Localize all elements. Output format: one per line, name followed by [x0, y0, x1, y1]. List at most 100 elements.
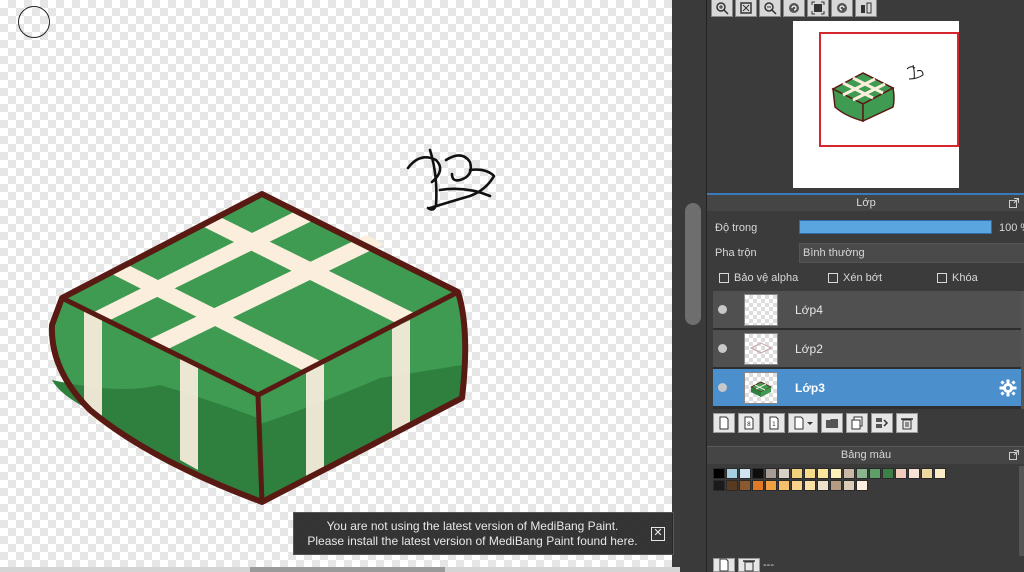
blend-mode-select[interactable]: Bình thường: [799, 243, 1024, 263]
merge-icon[interactable]: [871, 413, 893, 433]
color-swatch[interactable]: [934, 468, 946, 479]
delete-palette-color-icon[interactable]: [738, 558, 760, 572]
color-swatch[interactable]: [908, 468, 920, 479]
protect-alpha-checkbox[interactable]: Bảo vệ alpha: [719, 272, 798, 284]
vertical-scrollbar[interactable]: [680, 0, 706, 572]
color-swatch[interactable]: [739, 468, 751, 479]
color-swatch[interactable]: [856, 480, 868, 491]
folder-icon[interactable]: [821, 413, 843, 433]
layer-thumbnail: [744, 333, 778, 365]
layer-name: Lớp4: [795, 303, 823, 317]
color-swatch[interactable]: [843, 480, 855, 491]
banh-chung-artwork: [48, 148, 496, 505]
color-swatch[interactable]: [778, 480, 790, 491]
color-swatch[interactable]: [817, 480, 829, 491]
visibility-eye-icon[interactable]: [718, 383, 727, 392]
clipping-checkbox[interactable]: Xén bớt: [828, 272, 882, 284]
delete-icon[interactable]: [896, 413, 918, 433]
layer-name: Lớp2: [795, 342, 823, 356]
notice-close-button[interactable]: ✕: [651, 527, 665, 541]
color-swatch[interactable]: [817, 468, 829, 479]
color-swatch[interactable]: [713, 468, 725, 479]
horizontal-scrollbar[interactable]: [0, 567, 680, 572]
fullscreen-icon[interactable]: [807, 0, 829, 17]
opacity-value: 100 %: [999, 222, 1024, 234]
layer-toolbar: 8 1: [713, 413, 918, 433]
color-swatch[interactable]: [765, 468, 777, 479]
popout-icon[interactable]: [1009, 450, 1019, 460]
opacity-slider[interactable]: [799, 220, 992, 234]
navigator-toolbar: [711, 0, 877, 17]
color-swatches: [713, 468, 1023, 492]
lock-checkbox[interactable]: Khóa: [937, 272, 978, 284]
drawing-canvas[interactable]: [0, 0, 672, 567]
update-notice[interactable]: You are not using the latest version of …: [293, 512, 674, 555]
navigator-preview[interactable]: [793, 21, 959, 188]
color-swatch[interactable]: [739, 480, 751, 491]
vertical-scroll-thumb[interactable]: [685, 203, 701, 325]
color-swatch[interactable]: [804, 468, 816, 479]
visibility-eye-icon[interactable]: [718, 344, 727, 353]
rotate-right-icon[interactable]: [831, 0, 853, 17]
navigator-view-frame[interactable]: [819, 32, 959, 147]
layer-row-lop3[interactable]: Lớp3: [713, 369, 1021, 407]
horizontal-scroll-thumb[interactable]: [250, 567, 445, 572]
color-swatch[interactable]: [856, 468, 868, 479]
gear-icon[interactable]: [999, 379, 1017, 397]
color-swatch[interactable]: [791, 468, 803, 479]
protect-alpha-label: Bảo vệ alpha: [734, 272, 799, 284]
color-swatch[interactable]: [869, 468, 881, 479]
medibang-paint-window: You are not using the latest version of …: [0, 0, 1024, 572]
popout-icon[interactable]: [1009, 198, 1019, 208]
zoom-in-icon[interactable]: [711, 0, 733, 17]
layer-thumbnail: [744, 372, 778, 404]
checkbox-box[interactable]: [937, 273, 947, 283]
new-8bit-layer-icon[interactable]: 8: [738, 413, 760, 433]
palette-toolbar-dash: ---: [763, 559, 774, 571]
fit-icon[interactable]: [735, 0, 757, 17]
palette-empty-area: [713, 494, 1023, 556]
color-swatch[interactable]: [895, 468, 907, 479]
color-swatch[interactable]: [830, 468, 842, 479]
zoom-out-icon[interactable]: [759, 0, 781, 17]
svg-text:1: 1: [772, 421, 776, 428]
layer-list: Lớp4 Lớp2 Lớp3: [713, 291, 1021, 409]
notice-line-2[interactable]: Please install the latest version of Med…: [294, 534, 651, 549]
palette-panel-title: Bảng màu: [840, 449, 892, 461]
color-swatch[interactable]: [804, 480, 816, 491]
new-1bit-layer-icon[interactable]: 1: [763, 413, 785, 433]
color-swatch[interactable]: [830, 480, 842, 491]
layer-thumbnail: [744, 294, 778, 326]
right-panel: Lớp Độ trong 100 % Pha trộn Bình thường …: [706, 0, 1024, 572]
opacity-label: Độ trong: [715, 222, 758, 234]
layer-row-lop2[interactable]: Lớp2: [713, 330, 1021, 368]
color-swatch[interactable]: [778, 468, 790, 479]
lock-label: Khóa: [952, 272, 978, 284]
layer-panel-title: Lớp: [856, 197, 876, 209]
brush-cursor-circle: [18, 6, 50, 38]
color-swatch[interactable]: [726, 480, 738, 491]
visibility-eye-icon[interactable]: [718, 305, 727, 314]
checkbox-box[interactable]: [828, 273, 838, 283]
palette-scrollbar[interactable]: [1019, 466, 1024, 556]
duplicate-icon[interactable]: [846, 413, 868, 433]
add-layer-menu-icon[interactable]: [788, 413, 818, 433]
color-swatch[interactable]: [843, 468, 855, 479]
flip-icon[interactable]: [855, 0, 877, 17]
color-swatch[interactable]: [921, 468, 933, 479]
blend-mode-label: Pha trộn: [715, 247, 757, 259]
color-swatch[interactable]: [713, 480, 725, 491]
new-layer-icon[interactable]: [713, 413, 735, 433]
color-swatch[interactable]: [726, 468, 738, 479]
swatch-row: [713, 480, 1023, 491]
new-palette-color-icon[interactable]: [713, 558, 735, 572]
color-swatch[interactable]: [752, 468, 764, 479]
layer-row-lop4[interactable]: Lớp4: [713, 291, 1021, 329]
color-swatch[interactable]: [765, 480, 777, 491]
color-swatch[interactable]: [882, 468, 894, 479]
color-swatch[interactable]: [791, 480, 803, 491]
checkbox-box[interactable]: [719, 273, 729, 283]
layer-panel-header: Lớp: [707, 193, 1024, 211]
color-swatch[interactable]: [752, 480, 764, 491]
rotate-left-icon[interactable]: [783, 0, 805, 17]
